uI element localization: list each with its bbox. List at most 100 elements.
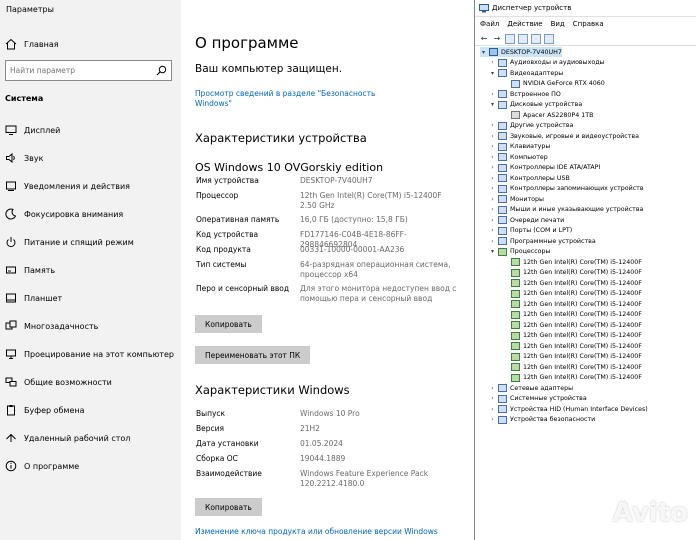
- tree-category[interactable]: › Аудиовходы и аудиовыходы: [489, 58, 605, 68]
- collapse-arrow-icon[interactable]: ▾: [489, 248, 496, 255]
- expand-arrow-icon[interactable]: ›: [489, 185, 496, 192]
- product-key-link[interactable]: Изменение ключа продукта или обновление …: [195, 527, 438, 536]
- nav-item-10[interactable]: Общие возможности: [0, 370, 181, 394]
- expand-arrow-icon[interactable]: ›: [489, 154, 496, 161]
- tree-device[interactable]: 12th Gen Intel(R) Core(TM) i5-12400F: [502, 268, 642, 278]
- nav-item-4[interactable]: Фокусировка внимания: [0, 202, 181, 226]
- expand-arrow-icon[interactable]: ›: [489, 217, 496, 224]
- tree-device[interactable]: 12th Gen Intel(R) Core(TM) i5-12400F: [502, 278, 642, 288]
- tree-category[interactable]: › Контроллеры запоминающих устройств: [489, 184, 644, 194]
- tree-device[interactable]: 12th Gen Intel(R) Core(TM) i5-12400F: [502, 257, 642, 267]
- tree-label: Контроллеры запоминающих устройств: [510, 185, 644, 192]
- expand-arrow-icon[interactable]: ›: [489, 122, 496, 129]
- menu-help[interactable]: Справка: [568, 18, 607, 31]
- forward-arrow-icon[interactable]: →: [492, 34, 502, 44]
- tree-category[interactable]: › Мониторы: [489, 194, 544, 204]
- tree-device[interactable]: 12th Gen Intel(R) Core(TM) i5-12400F: [502, 310, 642, 320]
- scan-hardware-icon[interactable]: [544, 33, 554, 44]
- back-arrow-icon[interactable]: ←: [479, 34, 489, 44]
- tree-category[interactable]: › Компьютер: [489, 152, 548, 162]
- tree-device[interactable]: 12th Gen Intel(R) Core(TM) i5-12400F: [502, 341, 642, 351]
- search-box[interactable]: [5, 60, 172, 81]
- tree-category[interactable]: › Звуковые, игровые и видеоустройства: [489, 131, 639, 141]
- nav-item-1[interactable]: Дисплей: [0, 118, 181, 142]
- expand-arrow-icon[interactable]: ›: [489, 395, 496, 402]
- tree-device[interactable]: 12th Gen Intel(R) Core(TM) i5-12400F: [502, 352, 642, 362]
- device-manager-menubar: Файл Действие Вид Справка: [475, 18, 696, 31]
- tree-category[interactable]: › Устройства безопасности: [489, 415, 595, 425]
- tree-device[interactable]: 12th Gen Intel(R) Core(TM) i5-12400F: [502, 320, 642, 330]
- nav-item-12[interactable]: Удаленный рабочий стол: [0, 426, 181, 450]
- tree-category[interactable]: › Контроллеры USB: [489, 173, 570, 183]
- tree-category[interactable]: › Контроллеры IDE ATA/ATAPI: [489, 163, 600, 173]
- tree-device[interactable]: NVIDIA GeForce RTX 4060: [502, 79, 605, 89]
- expand-arrow-icon[interactable]: ›: [489, 385, 496, 392]
- collapse-arrow-icon[interactable]: ▾: [489, 70, 496, 77]
- expand-arrow-icon[interactable]: ›: [489, 406, 496, 413]
- tree-label: Клавиатуры: [510, 143, 551, 150]
- expand-arrow-icon[interactable]: ›: [489, 143, 496, 150]
- tree-device[interactable]: 12th Gen Intel(R) Core(TM) i5-12400F: [502, 289, 642, 299]
- nav-home[interactable]: Главная: [0, 32, 181, 56]
- nav-item-13[interactable]: О программе: [0, 454, 181, 478]
- menu-view[interactable]: Вид: [546, 18, 568, 31]
- tree-category[interactable]: › Сетевые адаптеры: [489, 383, 573, 393]
- tree-root[interactable]: ▾ DESKTOP-7V40UH7: [480, 47, 562, 57]
- expand-arrow-icon[interactable]: ›: [489, 59, 496, 66]
- tree-device[interactable]: 12th Gen Intel(R) Core(TM) i5-12400F: [502, 362, 642, 372]
- tree-device[interactable]: Apacer AS2280P4 1TB: [502, 110, 593, 120]
- rename-pc-button[interactable]: Переименовать этот ПК: [195, 346, 311, 364]
- tree-category[interactable]: ▾ Дисковые устройства: [489, 100, 582, 110]
- collapse-arrow-icon[interactable]: ▾: [489, 101, 496, 108]
- expand-arrow-icon[interactable]: ›: [489, 133, 496, 140]
- expand-arrow-icon[interactable]: ›: [489, 227, 496, 234]
- tree-category[interactable]: › Системные устройства: [489, 394, 587, 404]
- tree-category[interactable]: › Клавиатуры: [489, 142, 550, 152]
- properties-icon[interactable]: [505, 33, 515, 44]
- tree-device[interactable]: 12th Gen Intel(R) Core(TM) i5-12400F: [502, 299, 642, 309]
- nav-item-6[interactable]: Память: [0, 258, 181, 282]
- expand-arrow-icon[interactable]: ›: [489, 91, 496, 98]
- tree-category[interactable]: › Порты (COM и LPT): [489, 226, 572, 236]
- device-icon: [498, 205, 507, 214]
- nav-item-11[interactable]: Буфер обмена: [0, 398, 181, 422]
- nav-item-5[interactable]: Питание и спящий режим: [0, 230, 181, 254]
- expand-arrow-icon[interactable]: ›: [489, 206, 496, 213]
- tree-category[interactable]: ▾ Процессоры: [489, 247, 551, 257]
- menu-file[interactable]: Файл: [475, 18, 502, 31]
- nav-item-7[interactable]: Планшет: [0, 286, 181, 310]
- tree-label: Устройства HID (Human Interface Devices): [510, 405, 648, 413]
- tree-category[interactable]: ▾ Видеоадаптеры: [489, 68, 563, 78]
- tree-category[interactable]: › Устройства HID (Human Interface Devices…: [489, 404, 648, 414]
- copy-windows-button[interactable]: Копировать: [195, 498, 262, 516]
- tree-category[interactable]: › Другие устройства: [489, 121, 573, 131]
- expand-arrow-icon[interactable]: ›: [489, 175, 496, 182]
- tree-device[interactable]: 12th Gen Intel(R) Core(TM) i5-12400F: [502, 331, 642, 341]
- search-input[interactable]: [10, 64, 150, 77]
- tree-category[interactable]: › Встроенное ПО: [489, 89, 561, 99]
- tree-category[interactable]: › Мыши и иные указывающие устройства: [489, 205, 643, 215]
- search-icon[interactable]: [156, 65, 167, 76]
- list-view-icon[interactable]: [518, 33, 528, 44]
- spec-key: Процессор: [196, 191, 239, 200]
- spec-key: Перо и сенсорный ввод: [196, 284, 290, 293]
- tree-label: Другие устройства: [510, 122, 574, 129]
- expand-arrow-icon[interactable]: ›: [489, 164, 496, 171]
- nav-item-3[interactable]: Уведомления и действия: [0, 174, 181, 198]
- spec-value: 12th Gen Intel(R) Core(TM) i5-12400F 2.5…: [300, 191, 442, 210]
- tree-category[interactable]: › Программные устройства: [489, 236, 596, 246]
- collapse-arrow-icon[interactable]: ▾: [480, 49, 487, 56]
- menu-action[interactable]: Действие: [502, 18, 545, 31]
- security-link[interactable]: Просмотр сведений в разделе "Безопасност…: [195, 89, 395, 109]
- copy-device-button[interactable]: Копировать: [195, 315, 262, 333]
- tree-device[interactable]: 12th Gen Intel(R) Core(TM) i5-12400F: [502, 373, 642, 383]
- help-icon[interactable]: [531, 33, 541, 44]
- nav-item-label: Уведомления и действия: [24, 181, 130, 191]
- expand-arrow-icon[interactable]: ›: [489, 416, 496, 423]
- expand-arrow-icon[interactable]: ›: [489, 196, 496, 203]
- expand-arrow-icon[interactable]: ›: [489, 238, 496, 245]
- nav-item-9[interactable]: Проецирование на этот компьютер: [0, 342, 181, 366]
- nav-item-2[interactable]: Звук: [0, 146, 181, 170]
- tree-category[interactable]: › Очереди печати: [489, 215, 564, 225]
- nav-item-8[interactable]: Многозадачность: [0, 314, 181, 338]
